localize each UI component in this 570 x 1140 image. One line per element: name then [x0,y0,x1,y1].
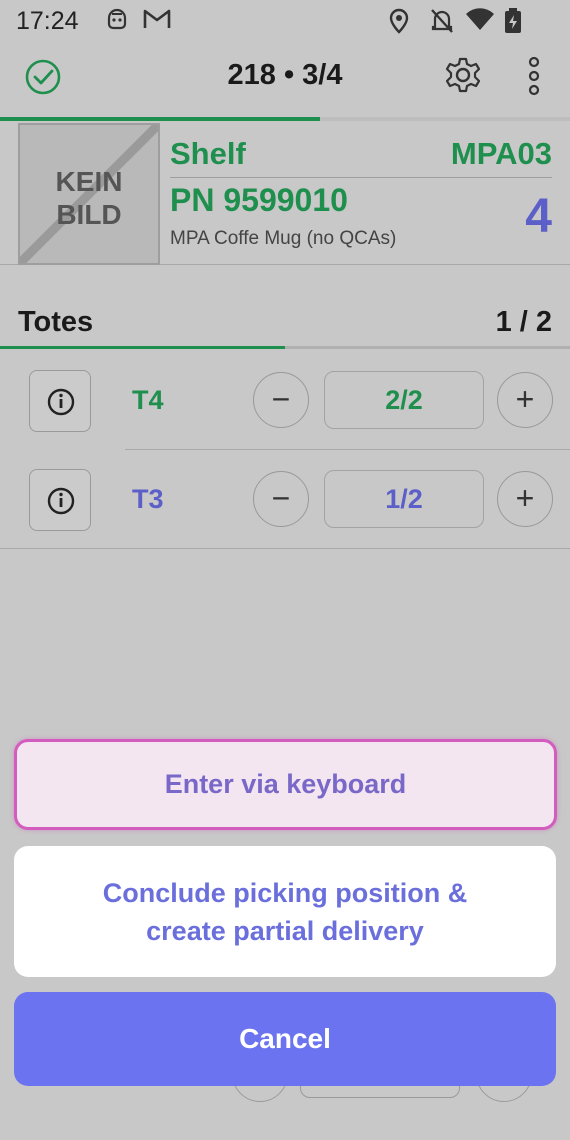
totes-count: 1 / 2 [495,306,552,338]
tote-quantity-field[interactable]: 2/2 [324,371,484,429]
tote-row: T4 − 2/2 + [0,350,570,450]
item-location-code: MPA03 [450,136,552,171]
app-bar: 218 • 3/4 [0,44,570,120]
more-vertical-icon[interactable] [524,56,544,101]
gear-icon[interactable] [444,56,482,99]
do-not-disturb-icon [430,8,454,39]
wifi-icon [465,8,495,37]
decrement-button[interactable]: − [253,372,309,428]
location-icon [388,8,410,39]
totes-progress-bar [0,346,570,349]
conclude-label-line2: create partial delivery [146,916,424,946]
status-bar: 17:24 [0,0,570,42]
increment-button[interactable]: + [497,471,553,527]
item-location: Shelf [170,136,246,171]
conclude-label-line1: Conclude picking position & [102,878,468,908]
list-divider [0,548,570,549]
info-icon [47,487,75,515]
tote-info-button[interactable] [29,370,91,432]
tote-row: T3 − 1/2 + [0,449,570,549]
cancel-button[interactable]: Cancel [14,992,556,1086]
item-quantity: 4 [525,190,552,243]
info-icon [47,388,75,416]
status-time: 17:24 [16,7,79,35]
page-title: 218 • 3/4 [227,59,343,91]
item-card: KEIN BILD Shelf MPA03 PN 9599010 4 MPA C… [0,121,570,265]
tote-info-button[interactable] [29,469,91,531]
totes-heading: Totes [18,306,94,338]
gmail-icon [143,8,171,35]
ghost-notification-icon [106,8,128,37]
image-placeholder-line2: BILD [56,199,122,230]
increment-button[interactable]: + [497,372,553,428]
totes-progress-fill [0,346,285,349]
item-description: MPA Coffe Mug (no QCAs) [170,228,397,249]
tote-label: T4 [132,385,164,415]
item-image-placeholder: KEIN BILD [18,123,160,265]
battery-charging-icon [504,8,522,39]
item-divider [170,177,552,178]
enter-via-keyboard-button[interactable]: Enter via keyboard [14,739,557,830]
item-part-number: PN 9599010 [170,182,348,218]
image-placeholder-line1: KEIN [55,166,123,197]
conclude-partial-delivery-button[interactable]: Conclude picking position & create parti… [14,846,556,977]
decrement-button[interactable]: − [253,471,309,527]
tote-quantity-field[interactable]: 1/2 [324,470,484,528]
tote-label: T3 [132,484,164,514]
